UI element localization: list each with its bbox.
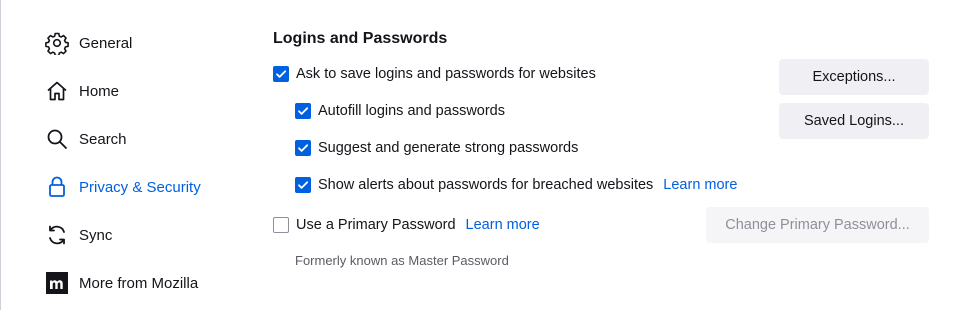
search-icon	[44, 126, 70, 152]
breach-alerts-checkbox[interactable]	[295, 177, 311, 193]
suggest-generate-passwords-checkbox[interactable]	[295, 140, 311, 156]
breach-alerts-row: Show alerts about passwords for breached…	[295, 174, 737, 196]
primary-password-hint: Formerly known as Master Password	[295, 253, 509, 268]
gear-icon	[44, 30, 70, 56]
primary-password-learn-more-link[interactable]: Learn more	[466, 217, 540, 233]
checkmark-icon	[298, 144, 309, 152]
mozilla-logo-icon	[44, 270, 70, 296]
sidebar-item-more-from-mozilla[interactable]: More from Mozilla	[44, 267, 244, 299]
primary-password-row: Use a Primary Password Learn more	[273, 214, 540, 236]
primary-password-checkbox[interactable]	[273, 217, 289, 233]
ask-to-save-logins-row[interactable]: Ask to save logins and passwords for web…	[273, 63, 596, 85]
suggest-generate-passwords-row[interactable]: Suggest and generate strong passwords	[295, 137, 578, 159]
sidebar-item-label: Privacy & Security	[79, 178, 201, 196]
breach-alerts-label: Show alerts about passwords for breached…	[318, 177, 654, 193]
ask-to-save-logins-checkbox[interactable]	[273, 66, 289, 82]
autofill-logins-label: Autofill logins and passwords	[318, 103, 505, 119]
lock-icon	[44, 174, 70, 200]
sidebar-item-home[interactable]: Home	[44, 75, 244, 107]
window-left-edge	[0, 0, 1, 310]
sidebar-item-label: Sync	[79, 226, 113, 244]
change-primary-password-button[interactable]: Change Primary Password...	[706, 207, 929, 243]
checkmark-icon	[298, 181, 309, 189]
sidebar-item-privacy-security[interactable]: Privacy & Security	[44, 171, 244, 203]
sync-icon	[44, 222, 70, 248]
sidebar-item-label: More from Mozilla	[79, 274, 199, 292]
checkmark-icon	[276, 70, 287, 78]
sidebar-item-label: General	[79, 34, 133, 52]
sidebar-item-search[interactable]: Search	[44, 123, 244, 155]
breach-alerts-toggle[interactable]: Show alerts about passwords for breached…	[295, 177, 653, 193]
primary-password-label: Use a Primary Password	[296, 217, 456, 233]
primary-password-toggle[interactable]: Use a Primary Password	[273, 217, 456, 233]
suggest-generate-passwords-label: Suggest and generate strong passwords	[318, 140, 579, 156]
sidebar-item-general[interactable]: General	[44, 27, 244, 59]
autofill-logins-checkbox[interactable]	[295, 103, 311, 119]
sidebar-item-sync[interactable]: Sync	[44, 219, 244, 251]
breach-alerts-learn-more-link[interactable]: Learn more	[663, 177, 737, 193]
exceptions-button[interactable]: Exceptions...	[779, 59, 929, 95]
sidebar-item-label: Home	[79, 82, 120, 100]
checkmark-icon	[298, 107, 309, 115]
autofill-logins-row[interactable]: Autofill logins and passwords	[295, 100, 505, 122]
home-icon	[44, 78, 70, 104]
sidebar-item-label: Search	[79, 130, 127, 148]
ask-to-save-logins-label: Ask to save logins and passwords for web…	[296, 66, 596, 82]
section-title: Logins and Passwords	[273, 30, 448, 47]
saved-logins-button[interactable]: Saved Logins...	[779, 103, 929, 139]
